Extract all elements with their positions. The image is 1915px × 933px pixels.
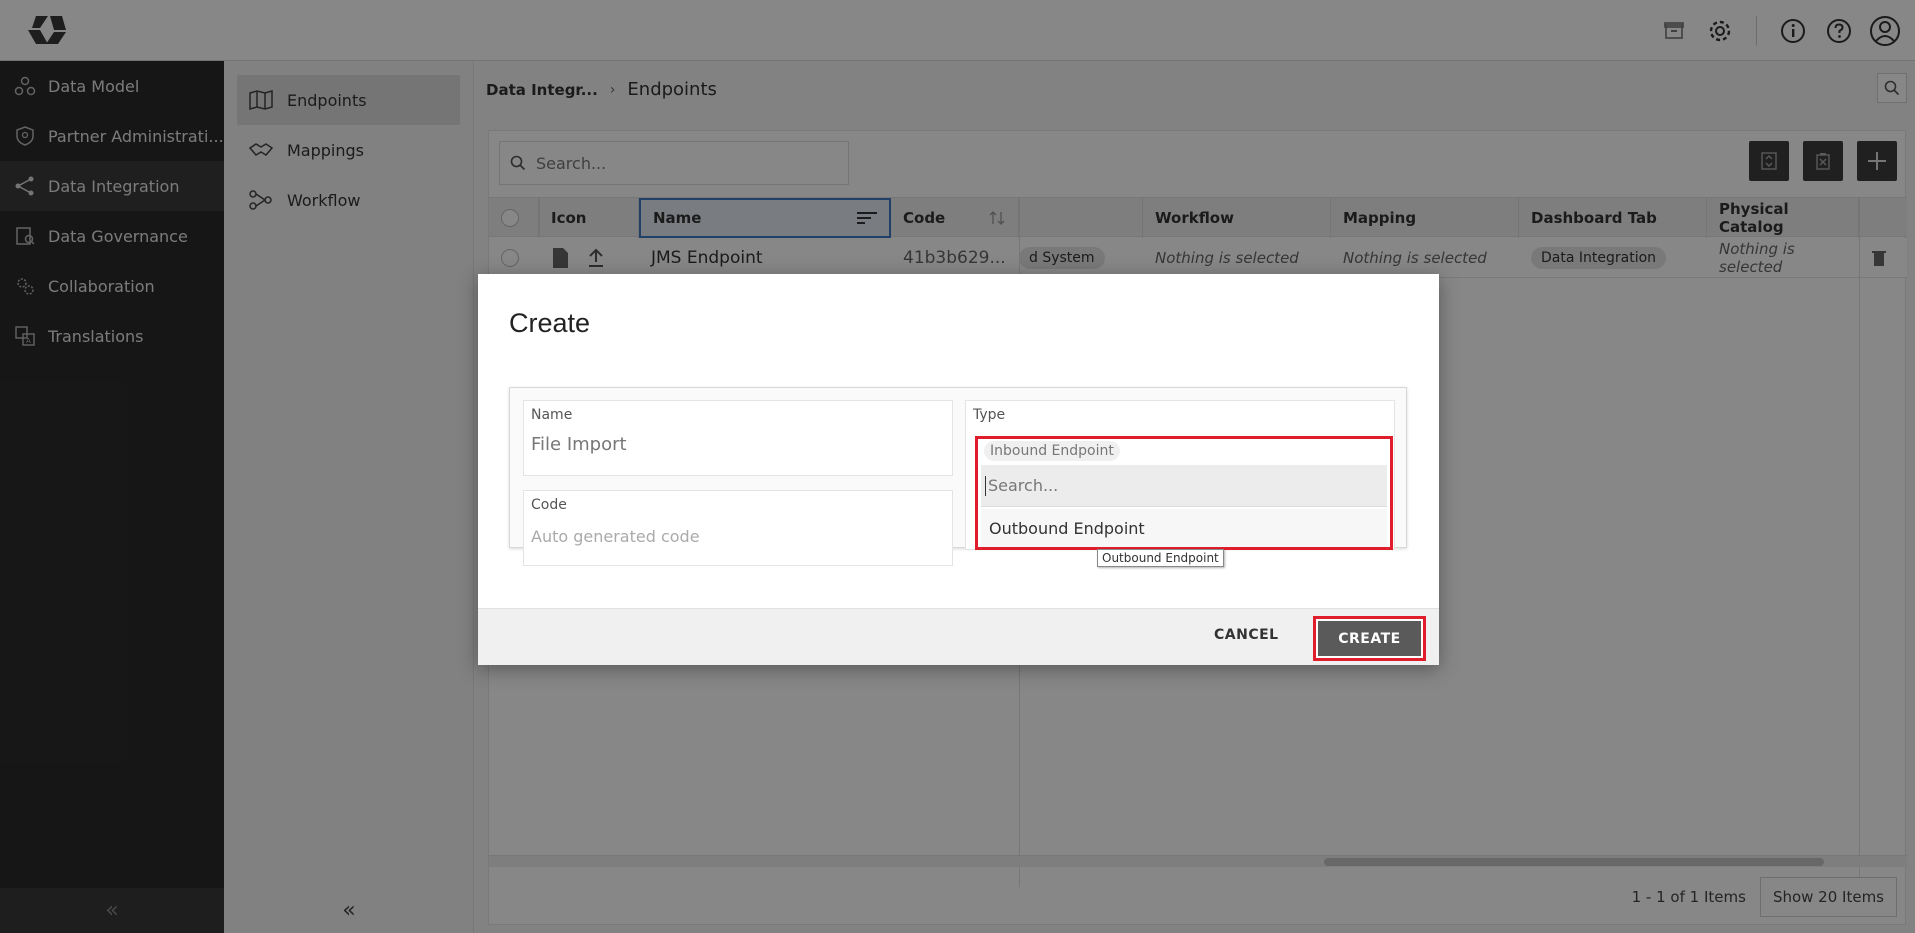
name-value[interactable]: File Import [531, 434, 627, 455]
tooltip: Outbound Endpoint [1097, 549, 1224, 567]
create-button-highlight: CREATE [1313, 616, 1426, 661]
type-option-outbound-endpoint[interactable]: Outbound Endpoint [981, 509, 1387, 547]
code-label: Code [531, 497, 567, 513]
cancel-button[interactable]: CANCEL [1214, 627, 1279, 643]
text-caret [985, 475, 986, 496]
type-dropdown: Inbound Endpoint Search... Outbound Endp… [975, 436, 1393, 550]
name-field[interactable]: Name File Import [523, 400, 953, 476]
type-label: Type [973, 407, 1006, 423]
create-button[interactable]: CREATE [1318, 621, 1421, 656]
dialog-title: Create [509, 308, 591, 338]
type-search-input[interactable]: Search... [981, 465, 1387, 507]
name-label: Name [531, 407, 573, 423]
type-search-placeholder: Search... [988, 476, 1059, 495]
code-field[interactable]: Code Auto generated code [523, 490, 953, 566]
code-placeholder: Auto generated code [531, 527, 700, 546]
selected-type-chip[interactable]: Inbound Endpoint [984, 441, 1120, 461]
dialog-footer: CANCEL CREATE [478, 608, 1439, 665]
